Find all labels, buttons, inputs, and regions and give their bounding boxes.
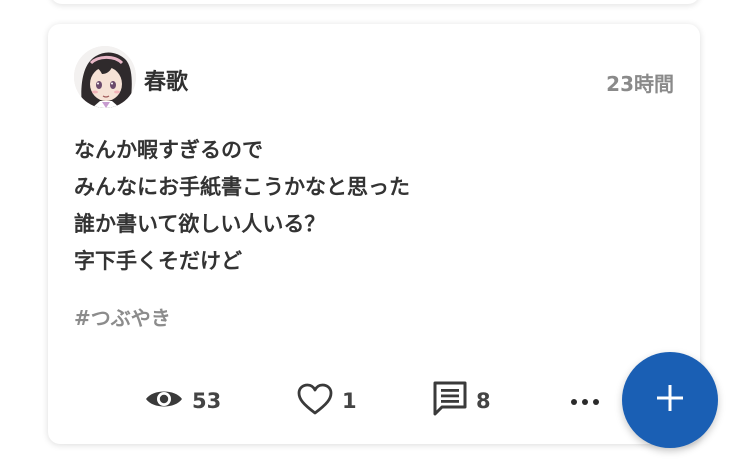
post-timestamp: 23時間 [606, 72, 674, 96]
comment-icon [432, 380, 468, 422]
likes-count: 1 [342, 389, 357, 413]
heart-icon [296, 382, 334, 420]
post-line: 字下手くそだけど [74, 249, 242, 273]
plus-icon [655, 383, 685, 417]
views-counter: 53 [144, 378, 221, 424]
views-count: 53 [192, 389, 222, 413]
previous-card-edge [50, 0, 700, 4]
post-body: なんか暇すぎるので みんなにお手紙書こうかなと思った 誰か書いて欲しい人いる？ … [74, 132, 674, 280]
more-icon [570, 392, 600, 411]
avatar[interactable] [74, 46, 136, 108]
eye-icon [144, 386, 184, 416]
post-line: みんなにお手紙書こうかなと思った [74, 175, 410, 199]
post-actions: 53 1 8 [48, 378, 700, 424]
comment-button[interactable]: 8 [432, 378, 491, 424]
comments-count: 8 [476, 389, 491, 413]
post-line: 誰か書いて欲しい人いる？ [74, 212, 326, 236]
post-card[interactable]: 春歌 23時間 なんか暇すぎるので みんなにお手紙書こうかなと思った 誰か書いて… [48, 24, 700, 444]
hashtag-link[interactable]: #つぶやき [74, 302, 171, 331]
more-button[interactable] [570, 378, 600, 424]
post-line: なんか暇すぎるので [74, 138, 263, 162]
username[interactable]: 春歌 [144, 64, 188, 96]
like-button[interactable]: 1 [296, 378, 357, 424]
new-post-button[interactable] [622, 352, 718, 448]
